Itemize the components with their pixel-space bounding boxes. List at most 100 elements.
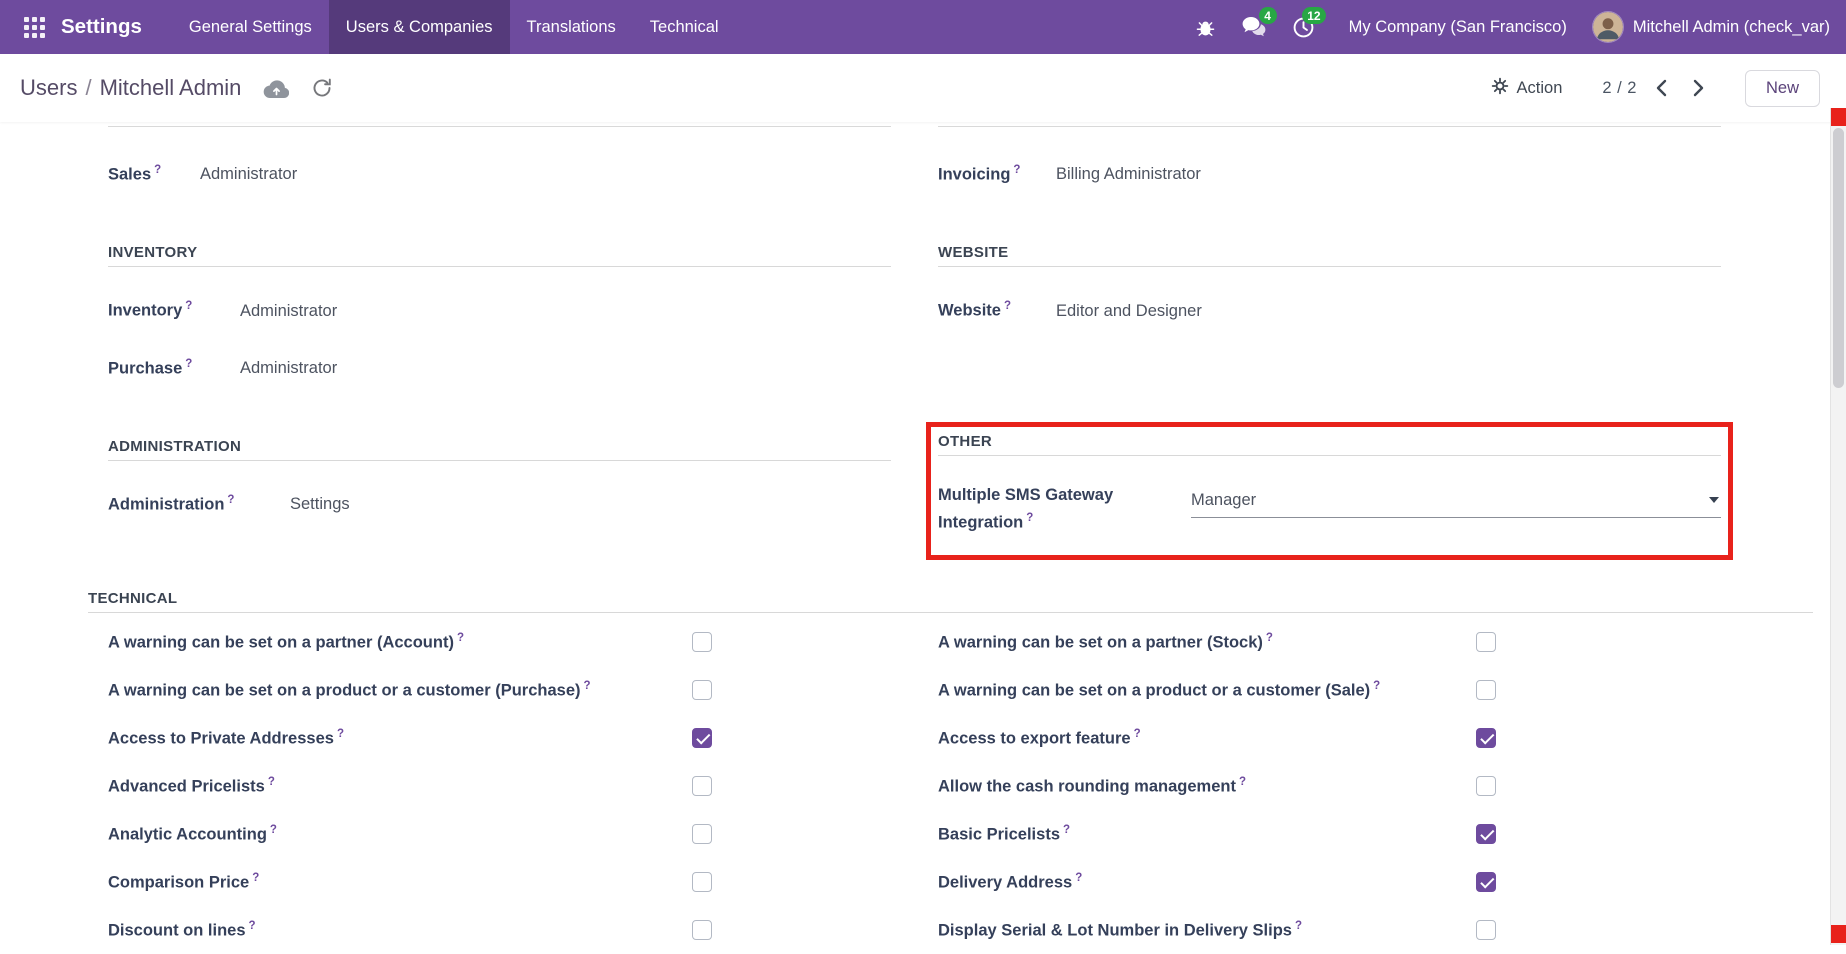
nav-left: Settings General Settings Users & Compan… [0, 0, 736, 54]
help-icon[interactable]: ? [337, 728, 344, 740]
help-icon[interactable]: ? [1013, 164, 1020, 176]
field-value-sales: Administrator [200, 163, 297, 186]
technical-right-column: A warning can be set on a partner (Stock… [938, 618, 1721, 954]
tech-option-label: A warning can be set on a product or a c… [108, 681, 581, 699]
company-switcher[interactable]: My Company (San Francisco) [1349, 18, 1567, 37]
field-label-sms-gateway: Multiple SMS Gateway Integration [938, 486, 1113, 531]
app-name[interactable]: Settings [61, 0, 146, 54]
help-icon[interactable]: ? [1004, 300, 1011, 312]
checkbox[interactable] [692, 632, 712, 652]
tech-option-label: Delivery Address [938, 873, 1072, 891]
apps-menu-button[interactable] [0, 0, 61, 54]
field-label-website: Website [938, 302, 1001, 320]
action-menu-button[interactable]: Action [1485, 76, 1569, 101]
tech-option-row: A warning can be set on a product or a c… [938, 666, 1721, 714]
field-invoicing: Invoicing? Billing Administrator [938, 159, 1721, 186]
tech-option-row: Analytic Accounting? [108, 810, 891, 858]
help-icon[interactable]: ? [1239, 776, 1246, 788]
discard-refresh-icon[interactable] [311, 77, 333, 99]
tech-option-row: Discount on lines? [108, 906, 891, 954]
checkbox[interactable] [1476, 632, 1496, 652]
help-icon[interactable]: ? [249, 920, 256, 932]
checkbox[interactable] [692, 920, 712, 940]
checkbox[interactable] [1476, 824, 1496, 844]
help-icon[interactable]: ? [268, 776, 275, 788]
help-icon[interactable]: ? [1295, 920, 1302, 932]
tech-option-label: Display Serial & Lot Number in Delivery … [938, 921, 1292, 939]
field-value-website: Editor and Designer [1056, 300, 1202, 323]
section-website: WEBSITE [938, 244, 1721, 267]
checkbox[interactable] [692, 776, 712, 796]
field-label-invoicing: Invoicing [938, 165, 1010, 183]
checkbox[interactable] [1476, 872, 1496, 892]
tech-option-row: Allow the cash rounding management? [938, 762, 1721, 810]
pager-previous-button[interactable] [1649, 75, 1674, 101]
help-icon[interactable]: ? [1026, 512, 1033, 524]
scroll-mark-bottom [1831, 925, 1846, 943]
control-panel: Users / Mitchell Admin Action 2 / 2 [0, 54, 1846, 122]
tech-option-label: A warning can be set on a partner (Accou… [108, 633, 454, 651]
breadcrumb: Users / Mitchell Admin [20, 75, 241, 101]
pager-next-button[interactable] [1686, 75, 1711, 101]
help-icon[interactable]: ? [185, 358, 192, 370]
tech-option-label: Advanced Pricelists [108, 777, 265, 795]
pager-count: 2 / 2 [1602, 79, 1637, 98]
field-value-invoicing: Billing Administrator [1056, 163, 1201, 186]
help-icon[interactable]: ? [1063, 824, 1070, 836]
checkbox[interactable] [1476, 728, 1496, 748]
app-menu: General Settings Users & Companies Trans… [172, 0, 736, 54]
sms-gateway-select[interactable]: Manager [1191, 484, 1721, 518]
checkbox[interactable] [1476, 776, 1496, 796]
scrollbar-thumb[interactable] [1833, 128, 1844, 388]
new-button[interactable]: New [1745, 70, 1820, 107]
checkbox[interactable] [692, 680, 712, 700]
help-icon[interactable]: ? [252, 872, 259, 884]
field-value-inventory: Administrator [240, 300, 337, 323]
help-icon[interactable]: ? [584, 680, 591, 692]
technical-left-column: A warning can be set on a partner (Accou… [108, 618, 891, 954]
scroll-mark-top [1831, 108, 1846, 126]
scrollbar[interactable] [1830, 108, 1846, 945]
breadcrumb-current: Mitchell Admin [100, 75, 242, 101]
checkbox[interactable] [692, 824, 712, 844]
menu-general-settings[interactable]: General Settings [172, 0, 329, 54]
tech-option-label: Allow the cash rounding management [938, 777, 1236, 795]
checkbox[interactable] [692, 728, 712, 748]
help-icon[interactable]: ? [1075, 872, 1082, 884]
help-icon[interactable]: ? [227, 494, 234, 506]
help-icon[interactable]: ? [457, 632, 464, 644]
menu-translations[interactable]: Translations [510, 0, 633, 54]
section-inventory: INVENTORY [108, 244, 891, 267]
checkbox[interactable] [1476, 680, 1496, 700]
help-icon[interactable]: ? [1266, 632, 1273, 644]
save-cloud-icon[interactable] [263, 77, 289, 99]
form-right-column: Invoicing? Billing Administrator WEBSITE… [938, 126, 1721, 564]
help-icon[interactable]: ? [270, 824, 277, 836]
other-group: OTHER Multiple SMS Gateway Integration? … [938, 433, 1721, 534]
messages-badge: 4 [1259, 7, 1277, 24]
menu-technical[interactable]: Technical [633, 0, 736, 54]
breadcrumb-users-link[interactable]: Users [20, 75, 77, 101]
tech-option-row: A warning can be set on a partner (Accou… [108, 618, 891, 666]
messages-icon[interactable]: 4 [1242, 0, 1266, 54]
tech-option-row: Advanced Pricelists? [108, 762, 891, 810]
help-icon[interactable]: ? [154, 164, 161, 176]
gear-icon [1491, 77, 1509, 100]
sms-gateway-selected-value: Manager [1191, 489, 1256, 512]
tech-option-row: Display Serial & Lot Number in Delivery … [938, 906, 1721, 954]
activities-clock-icon[interactable]: 12 [1292, 0, 1315, 54]
tech-option-label: Comparison Price [108, 873, 249, 891]
help-icon[interactable]: ? [185, 300, 192, 312]
checkbox[interactable] [1476, 920, 1496, 940]
field-label-inventory: Inventory [108, 302, 182, 320]
user-menu[interactable]: Mitchell Admin (check_var) [1593, 12, 1830, 42]
help-icon[interactable]: ? [1373, 680, 1380, 692]
debug-bug-icon[interactable] [1195, 0, 1216, 54]
tech-option-row: Basic Pricelists? [938, 810, 1721, 858]
tech-option-label: A warning can be set on a product or a c… [938, 681, 1370, 699]
help-icon[interactable]: ? [1134, 728, 1141, 740]
field-label-administration: Administration [108, 495, 224, 513]
checkbox[interactable] [692, 872, 712, 892]
user-name: Mitchell Admin (check_var) [1633, 18, 1830, 37]
menu-users-companies[interactable]: Users & Companies [329, 0, 510, 54]
